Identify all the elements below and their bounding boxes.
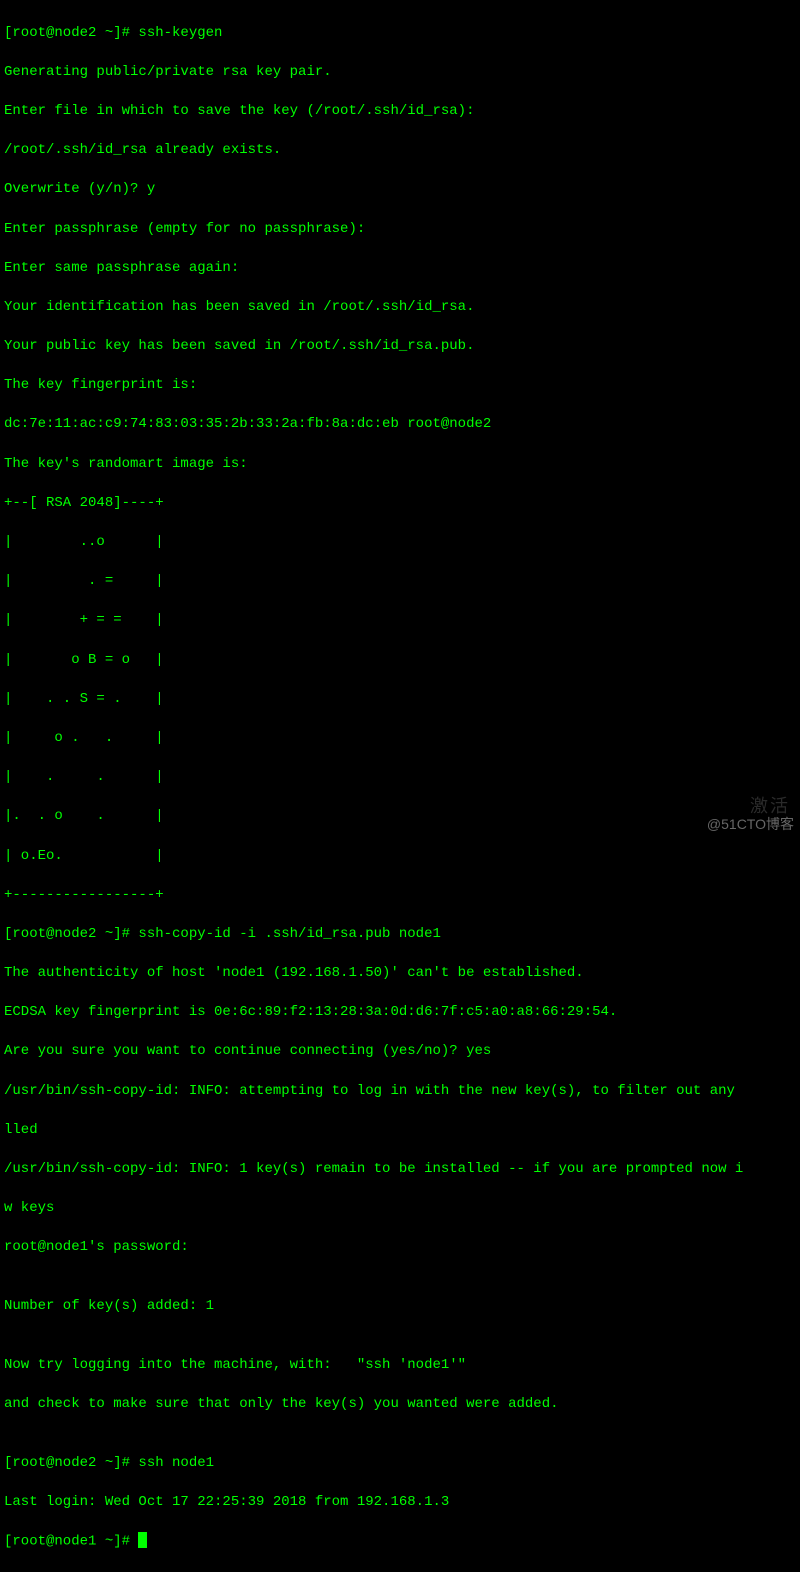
terminal-line: dc:7e:11:ac:c9:74:83:03:35:2b:33:2a:fb:8… [4, 415, 796, 435]
terminal-line: Overwrite (y/n)? y [4, 180, 796, 200]
terminal-line: The authenticity of host 'node1 (192.168… [4, 964, 796, 984]
terminal-line: | ..o | [4, 533, 796, 553]
terminal-line: lled [4, 1121, 796, 1141]
terminal-line: [root@node2 ~]# ssh node1 [4, 1454, 796, 1474]
terminal-line: Are you sure you want to continue connec… [4, 1042, 796, 1062]
terminal-line: | o . . | [4, 729, 796, 749]
terminal-line: Enter same passphrase again: [4, 259, 796, 279]
terminal-line: +-----------------+ [4, 886, 796, 906]
terminal-line: | + = = | [4, 611, 796, 631]
terminal-line: Last login: Wed Oct 17 22:25:39 2018 fro… [4, 1493, 796, 1513]
terminal-prompt: [root@node1 ~]# [4, 1534, 138, 1550]
terminal-line: ECDSA key fingerprint is 0e:6c:89:f2:13:… [4, 1003, 796, 1023]
cursor-icon [138, 1532, 147, 1548]
terminal-line: /root/.ssh/id_rsa already exists. [4, 141, 796, 161]
watermark-text: @51CTO博客 [707, 815, 794, 835]
terminal-prompt-line[interactable]: [root@node1 ~]# [4, 1532, 796, 1552]
terminal-line: |. . o . | [4, 807, 796, 827]
terminal-line: | . . S = . | [4, 690, 796, 710]
terminal-line: [root@node2 ~]# ssh-copy-id -i .ssh/id_r… [4, 925, 796, 945]
terminal-line: Enter passphrase (empty for no passphras… [4, 220, 796, 240]
terminal-line: | o B = o | [4, 651, 796, 671]
terminal-line: Number of key(s) added: 1 [4, 1297, 796, 1317]
terminal-line: | . = | [4, 572, 796, 592]
terminal-line: w keys [4, 1199, 796, 1219]
terminal-line: Generating public/private rsa key pair. [4, 63, 796, 83]
terminal-line: Your public key has been saved in /root/… [4, 337, 796, 357]
terminal-line: root@node1's password: [4, 1238, 796, 1258]
terminal-line: The key's randomart image is: [4, 455, 796, 475]
terminal-line: Your identification has been saved in /r… [4, 298, 796, 318]
terminal-line: | . . | [4, 768, 796, 788]
terminal-line: /usr/bin/ssh-copy-id: INFO: attempting t… [4, 1082, 796, 1102]
terminal-line: Enter file in which to save the key (/ro… [4, 102, 796, 122]
terminal-line: +--[ RSA 2048]----+ [4, 494, 796, 514]
terminal-line: Now try logging into the machine, with: … [4, 1356, 796, 1376]
terminal-line: [root@node2 ~]# ssh-keygen [4, 24, 796, 44]
terminal-line: | o.Eo. | [4, 847, 796, 867]
terminal-line: /usr/bin/ssh-copy-id: INFO: 1 key(s) rem… [4, 1160, 796, 1180]
terminal-output[interactable]: [root@node2 ~]# ssh-keygen Generating pu… [4, 4, 796, 1572]
terminal-line: The key fingerprint is: [4, 376, 796, 396]
terminal-line: and check to make sure that only the key… [4, 1395, 796, 1415]
